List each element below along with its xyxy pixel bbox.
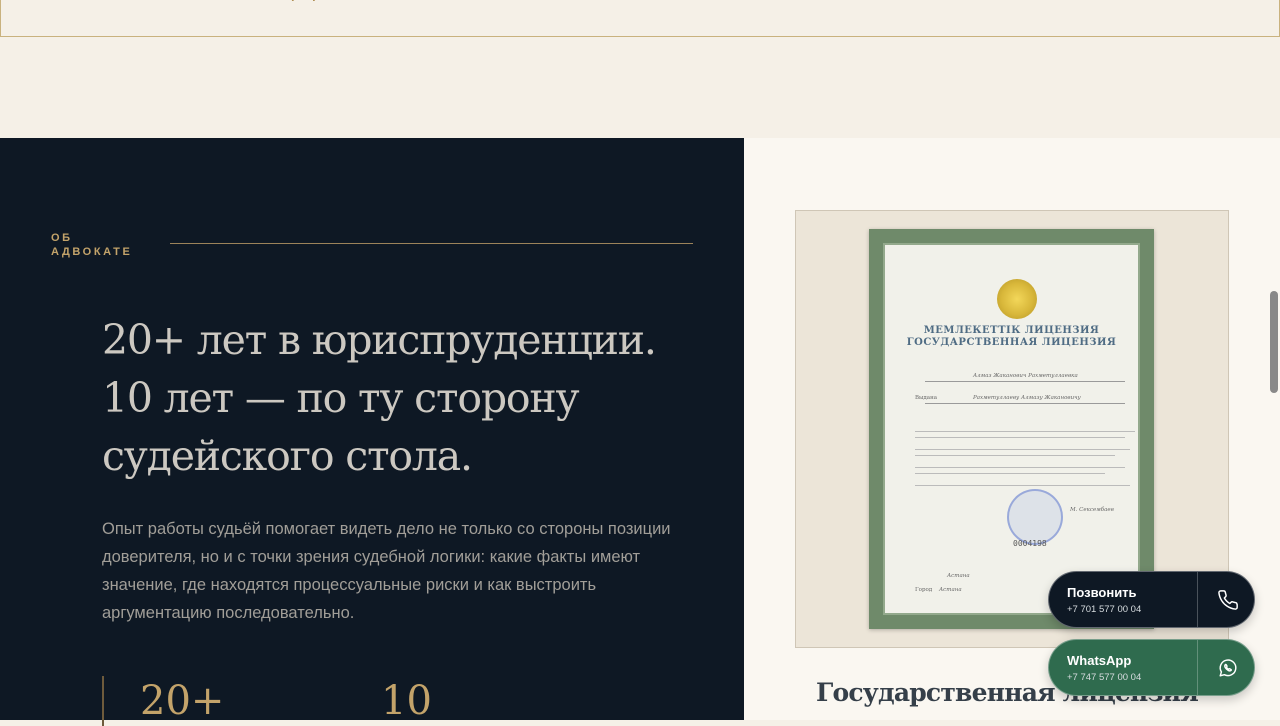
cert-city-label: Город <box>915 587 933 593</box>
label-divider <box>170 243 693 244</box>
cert-city: Астана <box>947 573 970 579</box>
cert-text-line <box>915 455 1115 456</box>
whatsapp-button[interactable]: WhatsApp +7 747 577 00 04 <box>1048 639 1255 696</box>
section-label: ОБ АДВОКАТЕ <box>51 232 133 258</box>
phone-icon <box>1197 572 1254 627</box>
whatsapp-button-label: WhatsApp <box>1067 653 1132 668</box>
official-stamp <box>1007 489 1063 545</box>
heading-line: 10 лет — по ту сторону <box>102 374 580 422</box>
cert-signatory: М. Сексембаев <box>1070 507 1114 513</box>
cert-text-line <box>915 431 1135 432</box>
cert-text-line <box>915 485 1130 486</box>
cert-holder-ru: Рахметуллаеву Алмазу Жакановичу <box>973 395 1081 401</box>
stats-divider <box>102 676 104 726</box>
call-button-label: Позвонить <box>1067 585 1137 600</box>
call-button-phone: +7 701 577 00 04 <box>1067 604 1142 615</box>
about-heading: 20+ лет в юриспруденции. 10 лет — по ту … <box>102 311 702 485</box>
cert-title-kz: МЕМЛЕКЕТТІК ЛИЦЕНЗИЯ <box>923 325 1100 336</box>
license-certificate-image: МЕМЛЕКЕТТІК ЛИЦЕНЗИЯ ГОСУДАРСТВЕННАЯ ЛИЦ… <box>869 229 1154 629</box>
whatsapp-icon <box>1197 640 1254 695</box>
cert-text-line <box>915 467 1125 468</box>
heading-line: 20+ лет в юриспруденции. <box>102 316 657 364</box>
cert-number: 0004198 <box>1013 539 1047 548</box>
cert-issued-label: Выдана <box>915 395 938 401</box>
call-button[interactable]: Позвонить +7 701 577 00 04 <box>1048 571 1255 628</box>
cert-text-line <box>915 437 1125 438</box>
cert-text-line <box>915 449 1130 450</box>
cert-rule <box>925 403 1125 404</box>
stat-judge-years-value: 10 <box>381 678 432 724</box>
scrollbar-thumb[interactable] <box>1270 291 1278 393</box>
about-section: ОБ АДВОКАТЕ 20+ лет в юриспруденции. 10 … <box>0 138 744 726</box>
license-section: МЕМЛЕКЕТТІК ЛИЦЕНЗИЯ ГОСУДАРСТВЕННАЯ ЛИЦ… <box>744 138 1280 720</box>
heading-line: судейского стола. <box>102 432 473 480</box>
cert-city-value: Астана <box>939 587 962 593</box>
about-description: Опыт работы судьёй помогает видеть дело … <box>102 520 671 622</box>
cert-title-ru: ГОСУДАРСТВЕННАЯ ЛИЦЕНЗИЯ <box>906 337 1117 348</box>
cert-rule <box>925 381 1125 382</box>
whatsapp-button-phone: +7 747 577 00 04 <box>1067 672 1142 683</box>
logo-fragment: Д <box>293 0 319 1</box>
cert-text-line <box>915 473 1105 474</box>
stat-years-value: 20+ <box>140 678 225 724</box>
state-emblem-icon <box>997 279 1037 319</box>
cert-holder-kz: Алмаз Жаканович Рахметуллаевка <box>973 373 1078 379</box>
header-bar: Д <box>0 0 1280 37</box>
